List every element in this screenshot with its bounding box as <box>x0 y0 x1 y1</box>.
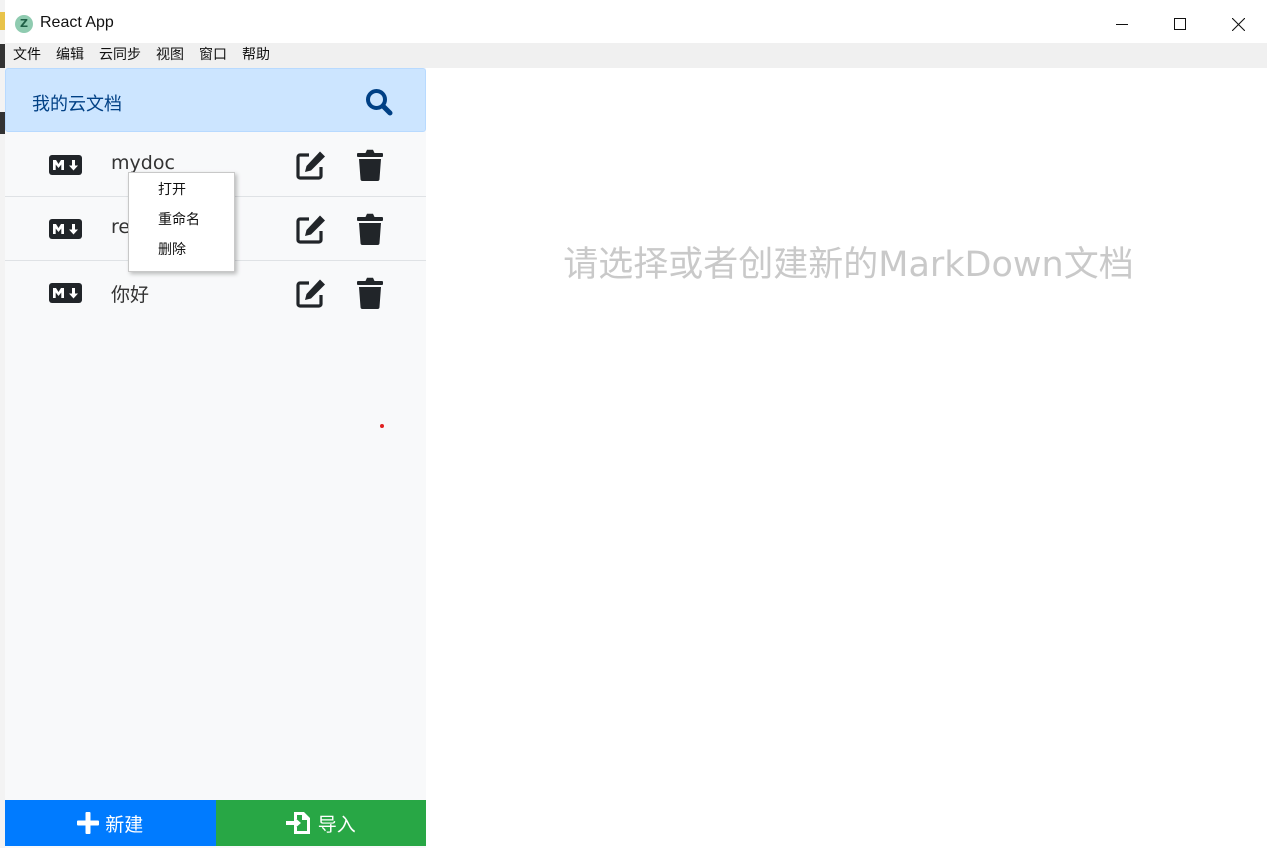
sidebar-title: 我的云文档 <box>32 94 122 115</box>
edit-icon <box>296 279 325 308</box>
menu-file[interactable]: 文件 <box>13 43 41 68</box>
import-file-button[interactable]: 导入 <box>215 800 426 846</box>
menu-help[interactable]: 帮助 <box>242 43 270 68</box>
edit-button[interactable] <box>295 277 327 309</box>
window-title: React App <box>40 14 114 31</box>
file-search-header: 我的云文档 <box>5 68 426 132</box>
file-import-icon <box>285 812 310 834</box>
edit-icon <box>296 215 325 244</box>
bottom-button-group: 新建 导入 <box>5 800 426 846</box>
markdown-icon <box>49 219 82 243</box>
trash-icon <box>357 149 383 181</box>
menu-edit[interactable]: 编辑 <box>56 43 84 68</box>
edit-button[interactable] <box>295 213 327 245</box>
file-name: 你好 <box>111 284 150 306</box>
search-icon <box>366 89 393 116</box>
editor-area: 请选择或者创建新的MarkDown文档 <box>426 68 1267 848</box>
delete-button[interactable] <box>357 149 385 181</box>
minimize-icon <box>1116 24 1128 25</box>
trash-icon <box>357 277 383 309</box>
markdown-icon <box>49 283 82 307</box>
new-file-button[interactable]: 新建 <box>5 800 216 846</box>
delete-button[interactable] <box>357 213 385 245</box>
context-menu-delete[interactable]: 删除 <box>129 239 234 269</box>
delete-button[interactable] <box>357 277 385 309</box>
menu-cloud-sync[interactable]: 云同步 <box>99 43 141 68</box>
empty-state-text: 请选择或者创建新的MarkDown文档 <box>563 245 1134 285</box>
minimize-button[interactable] <box>1093 5 1151 43</box>
edit-button[interactable] <box>295 149 327 181</box>
close-icon <box>1231 17 1245 31</box>
app-window: Z React App 文件 编辑 云同步 视图 窗口 帮助 我的云文档 myd… <box>0 0 1267 848</box>
menu-window[interactable]: 窗口 <box>199 43 227 68</box>
cursor-dot <box>380 424 384 428</box>
menu-bar: 文件 编辑 云同步 视图 窗口 帮助 <box>5 43 1267 68</box>
trash-icon <box>357 213 383 245</box>
app-icon: Z <box>15 15 33 33</box>
markdown-icon <box>49 155 82 179</box>
edit-icon <box>296 151 325 180</box>
close-button[interactable] <box>1209 5 1267 43</box>
maximize-button[interactable] <box>1151 5 1209 43</box>
import-file-label: 导入 <box>317 813 356 836</box>
context-menu-rename[interactable]: 重命名 <box>129 209 234 239</box>
menu-view[interactable]: 视图 <box>156 43 184 68</box>
search-button[interactable] <box>364 87 394 117</box>
maximize-icon <box>1174 18 1186 30</box>
title-bar: Z React App <box>5 5 1267 43</box>
context-menu-open[interactable]: 打开 <box>129 179 234 209</box>
file-name: mydoc <box>111 152 175 174</box>
new-file-label: 新建 <box>105 813 144 836</box>
context-menu: 打开 重命名 删除 <box>128 172 235 272</box>
plus-icon <box>77 812 100 834</box>
